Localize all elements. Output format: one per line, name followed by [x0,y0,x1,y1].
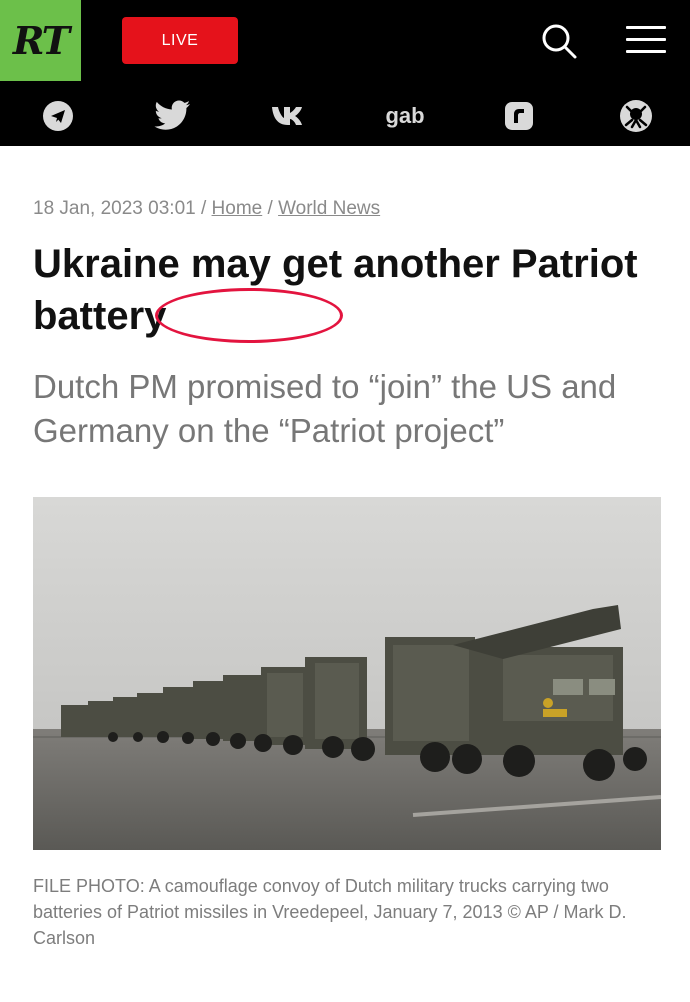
logo-text: RT [12,18,70,63]
breadcrumb-home-link[interactable]: Home [212,198,263,219]
twitter-icon[interactable] [152,96,194,136]
article-subtitle: Dutch PM promised to “join” the US and G… [33,368,617,449]
hamburger-menu-icon[interactable] [626,26,666,56]
vk-icon[interactable] [268,96,310,136]
breadcrumb-separator: / [267,198,273,219]
breadcrumb-separator: / [200,198,207,219]
breadcrumb: 18 Jan, 2023 03:01 / Home / World News [33,198,380,220]
search-icon[interactable] [540,22,578,60]
gab-icon[interactable]: gab [380,96,430,136]
top-navigation-bar: RT LIVE gab [0,0,690,146]
odysee-icon[interactable] [616,96,656,136]
rt-logo[interactable]: RT [0,0,81,81]
breadcrumb-world-news-link[interactable]: World News [278,198,380,219]
telegram-icon[interactable] [38,96,78,136]
publish-date: 18 Jan, 2023 03:01 [33,198,196,219]
article-photo[interactable] [33,497,661,850]
live-button[interactable]: LIVE [122,17,238,64]
article-title: Ukraine may get another Patriot battery [33,242,638,338]
photo-caption: FILE PHOTO: A camouflage convoy of Dutch… [33,876,627,948]
red-highlight-circle [155,288,343,343]
rumble-icon[interactable] [501,96,537,136]
